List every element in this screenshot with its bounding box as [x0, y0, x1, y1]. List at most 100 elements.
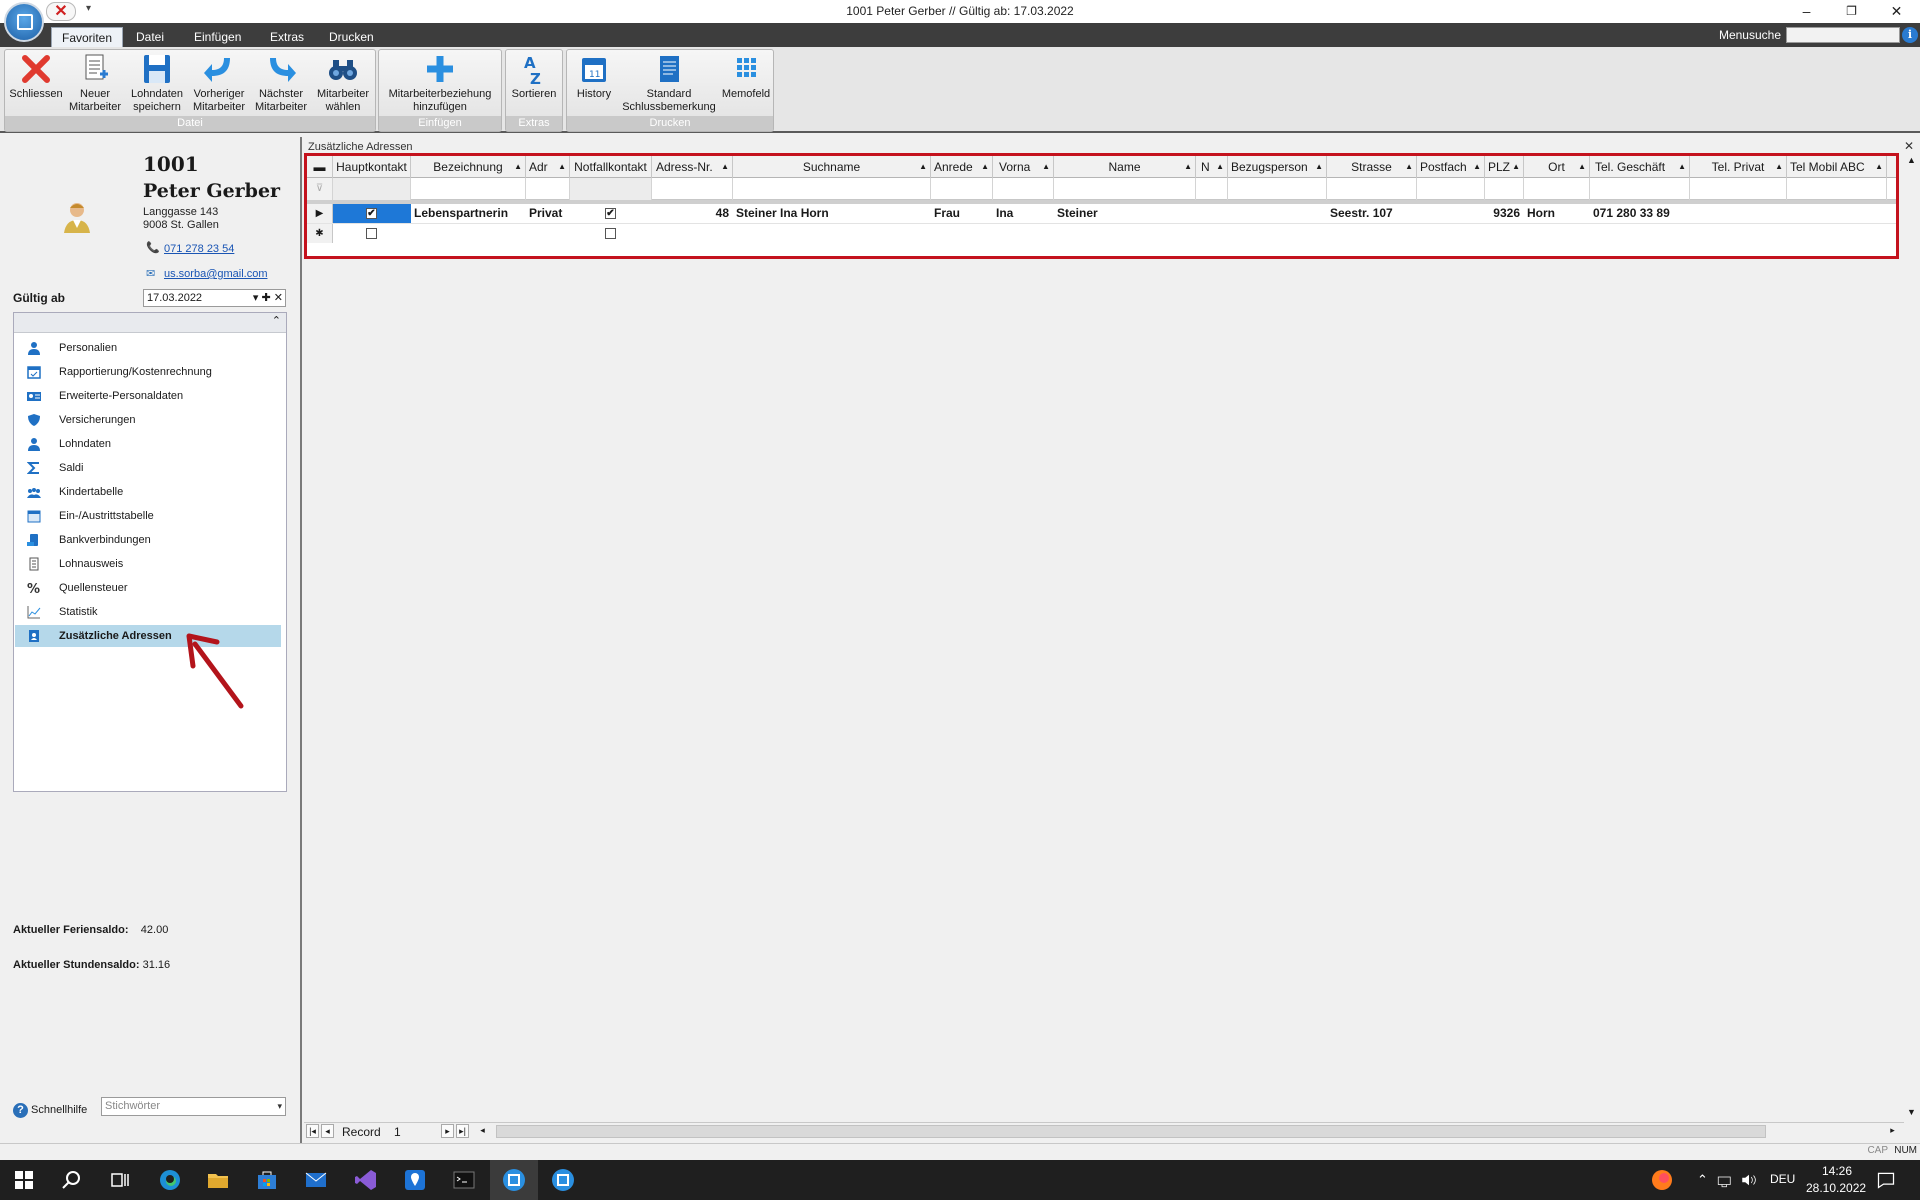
column-header-adr[interactable]: Adr ▲: [526, 156, 570, 178]
column-header-hauptkontakt[interactable]: Hauptkontakt: [333, 156, 411, 178]
standard-schlussbemerkung-button[interactable]: Standard Schlussbemerkung: [619, 52, 719, 114]
store-icon[interactable]: [255, 1168, 279, 1192]
tab-einfuegen[interactable]: Einfügen: [184, 27, 251, 47]
clock-time[interactable]: 14:26: [1822, 1164, 1852, 1178]
employee-email-link[interactable]: us.sorba@gmail.com: [164, 268, 267, 280]
tab-datei[interactable]: Datei: [126, 27, 174, 47]
last-record-button[interactable]: ▸|: [456, 1124, 469, 1138]
filter-cell[interactable]: [526, 178, 570, 200]
new-notfallkontakt-checkbox[interactable]: [605, 228, 616, 239]
schliessen-button[interactable]: Schliessen: [9, 52, 63, 101]
filter-cell[interactable]: [333, 178, 411, 200]
volume-icon[interactable]: [1740, 1168, 1758, 1192]
filter-cell[interactable]: [1787, 178, 1887, 200]
previous-record-button[interactable]: ◂: [321, 1124, 334, 1138]
cell-name[interactable]: Steiner: [1054, 204, 1196, 223]
nav-item-personalien[interactable]: Personalien: [15, 337, 281, 359]
filter-cell[interactable]: [1485, 178, 1524, 200]
cell-tel-mobil[interactable]: [1787, 204, 1887, 223]
nav-item-saldi[interactable]: Saldi: [15, 457, 281, 479]
nav-item-ein-austrittstabelle[interactable]: Ein-/Austrittstabelle: [15, 505, 281, 527]
cell-suchname[interactable]: Steiner Ina Horn: [733, 204, 931, 223]
notification-icon[interactable]: [1876, 1168, 1896, 1192]
filter-cell[interactable]: [1590, 178, 1690, 200]
filter-cell[interactable]: [411, 178, 526, 200]
close-icon[interactable]: ✕: [1904, 139, 1914, 153]
filter-icon[interactable]: ⊽: [307, 178, 333, 200]
cell-hauptkontakt[interactable]: ✔: [333, 204, 411, 223]
memofeld-button[interactable]: Memofeld: [719, 52, 773, 101]
schnellhilfe[interactable]: ? Schnellhilfe: [13, 1103, 87, 1118]
employee-phone-link[interactable]: 071 278 23 54: [164, 243, 234, 255]
column-header-notfallkontakt[interactable]: Notfallkontakt: [570, 156, 652, 178]
cell-adress-nr[interactable]: 48: [652, 204, 733, 223]
current-row-indicator[interactable]: ▶: [307, 204, 333, 223]
filter-cell[interactable]: [1690, 178, 1787, 200]
next-record-button[interactable]: ▸: [441, 1124, 454, 1138]
app-box-icon-2[interactable]: [551, 1168, 575, 1192]
select-all-header[interactable]: ▬: [307, 156, 333, 178]
nav-item-rapportierung[interactable]: Rapportierung/Kostenrechnung: [15, 361, 281, 383]
mitarbeiter-waehlen-button[interactable]: Mitarbeiter wählen: [313, 52, 373, 114]
restore-button[interactable]: ❐: [1829, 0, 1874, 23]
nav-item-kindertabelle[interactable]: Kindertabelle: [15, 481, 281, 503]
nav-item-statistik[interactable]: Statistik: [15, 601, 281, 623]
column-header-tel-geschaeft[interactable]: Tel. Geschäft ▲: [1590, 156, 1690, 178]
filter-cell[interactable]: [570, 178, 652, 200]
collapse-icon[interactable]: ⌃: [272, 314, 281, 327]
hauptkontakt-checkbox[interactable]: ✔: [366, 208, 377, 219]
column-header-name[interactable]: Name ▲: [1054, 156, 1196, 178]
info-icon[interactable]: i: [1902, 27, 1918, 43]
new-row[interactable]: ✱: [307, 223, 1896, 243]
cell-vorname[interactable]: Ina: [993, 204, 1054, 223]
close-window-button[interactable]: ✕: [1874, 0, 1919, 23]
network-icon[interactable]: [1716, 1168, 1734, 1192]
date-field-buttons[interactable]: ▾ ✚ ✕: [253, 290, 283, 306]
cell-n[interactable]: [1196, 204, 1228, 223]
table-row[interactable]: ▶ ✔ Lebenspartnerin Privat ✔ 48 Steiner …: [307, 204, 1896, 223]
sortieren-button[interactable]: AZ Sortieren: [508, 52, 560, 101]
filter-cell[interactable]: [1228, 178, 1327, 200]
column-header-tel-mobil[interactable]: Tel Mobil ABC ▲: [1787, 156, 1887, 178]
filter-cell[interactable]: [733, 178, 931, 200]
naechster-mitarbeiter-button[interactable]: Nächster Mitarbeiter: [251, 52, 311, 114]
chevron-down-icon[interactable]: ▾: [277, 1098, 282, 1115]
nav-item-lohnausweis[interactable]: Lohnausweis: [15, 553, 281, 575]
column-header-suchname[interactable]: Suchname ▲: [733, 156, 931, 178]
visual-studio-icon[interactable]: [354, 1168, 378, 1192]
history-button[interactable]: 11 History: [569, 52, 619, 101]
cell-bezeichnung[interactable]: Lebenspartnerin: [411, 204, 526, 223]
column-header-strasse[interactable]: Strasse ▲: [1327, 156, 1417, 178]
filter-cell[interactable]: [931, 178, 993, 200]
vertical-scrollbar[interactable]: ▲ ▼: [1904, 155, 1920, 1117]
column-header-n[interactable]: N ▲: [1196, 156, 1228, 178]
nav-item-erweiterte-personaldaten[interactable]: Erweiterte-Personaldaten: [15, 385, 281, 407]
app-box-icon[interactable]: [502, 1168, 526, 1192]
minimize-button[interactable]: –: [1784, 0, 1829, 23]
cell-anrede[interactable]: Frau: [931, 204, 993, 223]
filter-cell[interactable]: [1054, 178, 1196, 200]
application-menu-button[interactable]: [4, 2, 44, 42]
notfallkontakt-checkbox[interactable]: ✔: [605, 208, 616, 219]
firefox-icon[interactable]: [1650, 1168, 1674, 1192]
horizontal-scrollbar-thumb[interactable]: [496, 1125, 1766, 1138]
filter-cell[interactable]: [1196, 178, 1228, 200]
scroll-left-icon[interactable]: ◂: [476, 1124, 489, 1138]
neuer-mitarbeiter-button[interactable]: Neuer Mitarbeiter: [65, 52, 125, 114]
stichwoerter-combobox[interactable]: Stichwörter ▾: [101, 1097, 286, 1116]
scroll-down-icon[interactable]: ▼: [1907, 1107, 1916, 1117]
scroll-up-icon[interactable]: ▲: [1907, 155, 1916, 165]
cell-postfach[interactable]: [1417, 204, 1485, 223]
vorheriger-mitarbeiter-button[interactable]: Vorheriger Mitarbeiter: [189, 52, 249, 114]
record-number[interactable]: 1: [394, 1125, 401, 1139]
nav-item-lohndaten[interactable]: Lohndaten: [15, 433, 281, 455]
tab-favoriten[interactable]: Favoriten: [51, 27, 124, 47]
language-indicator[interactable]: DEU: [1770, 1172, 1795, 1186]
filter-cell[interactable]: [652, 178, 733, 200]
cell-strasse[interactable]: Seestr. 107: [1327, 204, 1417, 223]
search-icon[interactable]: [60, 1168, 84, 1192]
scroll-right-icon[interactable]: ▸: [1886, 1124, 1899, 1138]
filter-cell[interactable]: [993, 178, 1054, 200]
column-header-tel-privat[interactable]: Tel. Privat ▲: [1690, 156, 1787, 178]
windows-start-icon[interactable]: [12, 1168, 36, 1192]
